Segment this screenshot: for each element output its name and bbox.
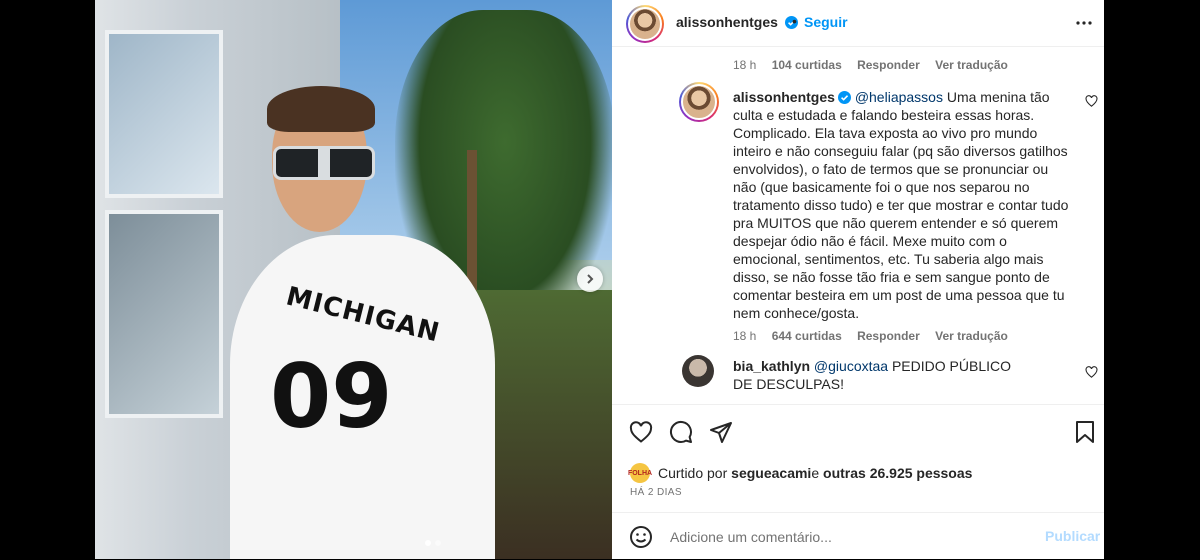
post-date[interactable]: HÁ 2 DIAS bbox=[630, 487, 682, 498]
comment-username[interactable]: bia_kathlyn bbox=[733, 358, 810, 374]
reply-button[interactable]: Responder bbox=[857, 329, 920, 343]
comment-avatar[interactable] bbox=[682, 355, 714, 387]
like-heart-icon[interactable] bbox=[629, 421, 653, 443]
comment-text: Uma menina tão culta e estudada e faland… bbox=[733, 89, 1069, 321]
likes-middle: e bbox=[811, 465, 820, 481]
emoji-icon[interactable] bbox=[629, 525, 653, 549]
comment-likes[interactable]: 644 curtidas bbox=[772, 329, 842, 343]
like-comment-heart-icon[interactable] bbox=[1085, 366, 1098, 378]
post-photo: MICHIGAN 09 bbox=[95, 0, 612, 559]
chevron-right-icon bbox=[587, 274, 594, 284]
comment-body: alissonhentges @heliapassos Uma menina t… bbox=[733, 88, 1073, 322]
post-actions bbox=[612, 404, 1104, 461]
likes-summary: FOLHA Curtido por segueacami e outras 26… bbox=[628, 463, 972, 483]
liker-avatar[interactable]: FOLHA bbox=[628, 463, 652, 483]
author-avatar[interactable] bbox=[626, 5, 664, 43]
carousel-dots bbox=[425, 540, 441, 546]
comment-time: 18 h bbox=[733, 58, 757, 72]
verified-badge-icon bbox=[837, 91, 851, 104]
photo-person-hair bbox=[267, 86, 375, 132]
author-username[interactable]: alissonhentges bbox=[676, 14, 778, 30]
reply-button[interactable]: Responder bbox=[857, 58, 920, 72]
comment-mention[interactable]: @giucoxtaa bbox=[814, 358, 888, 374]
photo-shirt-number: 09 bbox=[270, 345, 393, 448]
translate-button[interactable]: Ver tradução bbox=[935, 58, 1008, 72]
photo-sunglasses bbox=[273, 146, 375, 180]
more-options-icon[interactable] bbox=[1075, 14, 1093, 32]
separator-dot: • bbox=[792, 13, 797, 29]
post-header: alissonhentges • Seguir bbox=[612, 0, 1104, 47]
comment-meta: 18 h 104 curtidas Responder Ver tradução bbox=[733, 58, 1020, 72]
comment-mention[interactable]: @heliapassos bbox=[855, 89, 943, 105]
comment-username[interactable]: alissonhentges bbox=[733, 89, 835, 105]
add-comment-bar: Publicar bbox=[612, 512, 1104, 560]
photo-window bbox=[105, 210, 223, 418]
comment-body: bia_kathlyn @giucoxtaa PEDIDO PÚBLICO DE… bbox=[733, 357, 1033, 393]
comment-input[interactable] bbox=[668, 525, 1032, 549]
comments-list[interactable]: 18 h 104 curtidas Responder Ver tradução… bbox=[612, 47, 1104, 404]
comment-likes[interactable]: 104 curtidas bbox=[772, 58, 842, 72]
publish-button[interactable]: Publicar bbox=[1045, 528, 1100, 544]
follow-button[interactable]: Seguir bbox=[804, 14, 848, 30]
like-comment-heart-icon[interactable] bbox=[1085, 95, 1098, 107]
photo-window bbox=[105, 30, 223, 198]
likes-count-link[interactable]: outras 26.925 pessoas bbox=[823, 465, 972, 481]
comment-meta: 18 h 644 curtidas Responder Ver tradução bbox=[733, 329, 1020, 343]
post-panel: alissonhentges • Seguir 18 h 104 curtida… bbox=[612, 0, 1104, 559]
translate-button[interactable]: Ver tradução bbox=[935, 329, 1008, 343]
likes-prefix: Curtido por bbox=[658, 465, 728, 481]
share-paper-plane-icon[interactable] bbox=[709, 420, 733, 444]
carousel-dot-active bbox=[425, 540, 431, 546]
comment-bubble-icon[interactable] bbox=[669, 420, 693, 444]
next-photo-button[interactable] bbox=[577, 266, 603, 292]
carousel-dot bbox=[435, 540, 441, 546]
comment-avatar[interactable] bbox=[679, 82, 719, 122]
comment-time: 18 h bbox=[733, 329, 757, 343]
liker-username[interactable]: segueacami bbox=[731, 465, 811, 481]
save-bookmark-icon[interactable] bbox=[1074, 420, 1096, 444]
